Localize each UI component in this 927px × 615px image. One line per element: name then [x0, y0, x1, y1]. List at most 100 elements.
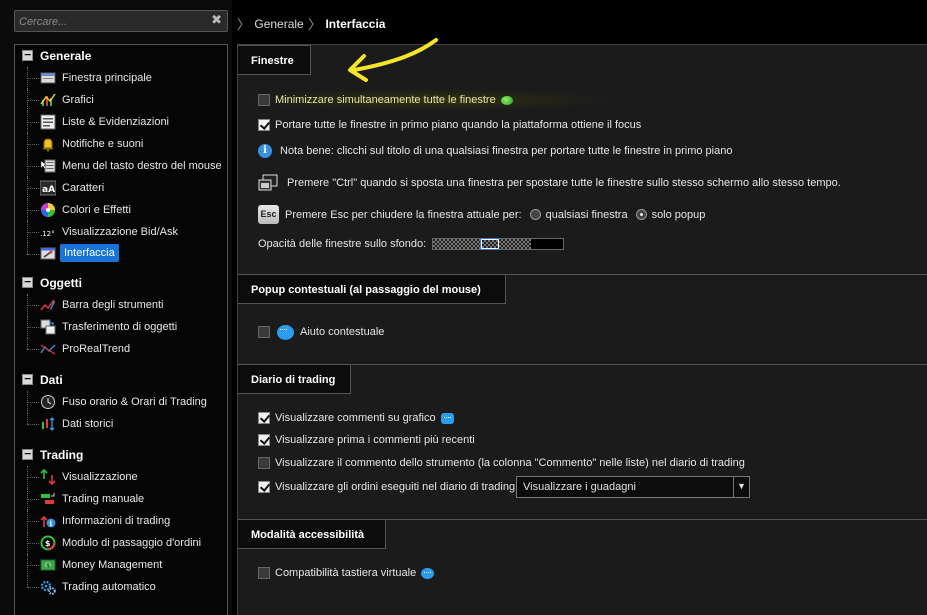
opacity-step[interactable] [547, 239, 564, 249]
section-title-accessibilita: Modalità accessibilità [238, 519, 386, 549]
show-comments-label: Visualizzare commenti su grafico [275, 412, 436, 424]
section-title: Trading [40, 448, 84, 462]
tree-item-visualizzazione[interactable]: Visualizzazione [15, 466, 227, 488]
opacity-step[interactable] [531, 239, 548, 249]
section-header-generale[interactable]: − Generale [15, 45, 227, 67]
tree-item-barra-strumenti[interactable]: Barra degli strumenti [15, 294, 227, 316]
collapse-icon[interactable]: − [22, 373, 33, 385]
minimize-all-label: Minimizzare simultaneamente tutte le fin… [275, 94, 496, 106]
minimize-all-checkbox[interactable] [258, 94, 270, 106]
tree-item-label: Notifiche e suoni [62, 138, 144, 150]
tree-item-trading-automatico[interactable]: Trading automatico [15, 576, 227, 598]
tree-item-liste[interactable]: Liste & Evidenziazioni [15, 111, 227, 133]
tree-item-dati-storici[interactable]: Dati storici [15, 413, 227, 435]
bell-icon [43, 138, 53, 152]
manual-trading-icon [41, 493, 55, 504]
bring-front-label: Portare tutte le finestre in primo piano… [275, 119, 642, 131]
recent-first-option[interactable]: Visualizzare prima i commenti più recent… [258, 431, 475, 449]
search-input[interactable] [19, 14, 199, 29]
tree-item-bid-ask[interactable]: .12° Visualizzazione Bid/Ask [15, 221, 227, 243]
speech-bubble-icon [421, 567, 435, 579]
tree-item-label: Barra degli strumenti [62, 299, 164, 311]
list-icon [40, 114, 56, 130]
section-header-dati[interactable]: − Dati [15, 369, 227, 391]
section-title: Dati [40, 373, 63, 387]
tree-item-label: Menu del tasto destro del mouse [62, 160, 222, 172]
bring-front-option[interactable]: Portare tutte le finestre in primo piano… [258, 116, 641, 134]
note-row: i Nota bene: clicchi sul titolo di una q… [258, 142, 732, 160]
tree-item-interfaccia[interactable]: Interfaccia [15, 243, 227, 265]
opacity-step[interactable] [499, 239, 516, 249]
chart-icon [40, 93, 56, 106]
clear-search-icon[interactable]: ✖ [211, 13, 222, 28]
tree-section-trading: − Trading Visualizzazione Trading manual… [15, 444, 227, 598]
opacity-step-selected[interactable] [480, 238, 501, 250]
section-header-oggetti[interactable]: − Oggetti [15, 272, 227, 294]
show-comments-option[interactable]: Visualizzare commenti su grafico [258, 409, 454, 427]
tree-item-label: Trading manuale [62, 493, 145, 505]
executed-orders-checkbox[interactable] [258, 481, 270, 493]
tree-item-label: Trasferimento di oggetti [62, 321, 178, 333]
tree-item-colori[interactable]: Colori e Effetti [15, 199, 227, 221]
opacity-step[interactable] [449, 239, 466, 249]
collapse-icon[interactable]: − [22, 276, 33, 288]
money-icon: $ [40, 559, 56, 571]
virtual-keyboard-option[interactable]: Compatibilità tastiera virtuale [258, 564, 435, 582]
svg-text:.12°: .12° [40, 230, 55, 238]
tree-item-trasferimento[interactable]: Trasferimento di oggetti [15, 316, 227, 338]
tree-item-informazioni-trading[interactable]: i Informazioni di trading [15, 510, 227, 532]
esc-popup-only-label[interactable]: solo popup [652, 209, 706, 221]
context-menu-icon [40, 159, 56, 173]
help-bubble-icon[interactable] [500, 95, 513, 105]
tree-item-trading-manuale[interactable]: Trading manuale [15, 488, 227, 510]
section-title-finestre: Finestre [238, 45, 311, 75]
esc-popup-only-radio[interactable] [635, 209, 647, 220]
instrument-comment-option[interactable]: Visualizzare il commento dello strumento… [258, 454, 745, 472]
contextual-help-option[interactable]: Aiuto contestuale [258, 323, 384, 341]
tree-item-money-management[interactable]: $ Money Management [15, 554, 227, 576]
tree-item-prorealtrend[interactable]: ProRealTrend [15, 338, 227, 360]
tree-item-notifiche[interactable]: Notifiche e suoni [15, 133, 227, 155]
executed-orders-option[interactable]: Visualizzare gli ordini eseguiti nel dia… [258, 478, 515, 496]
esc-any-window-radio[interactable] [529, 209, 541, 220]
tree-item-menu-tasto-destro[interactable]: Menu del tasto destro del mouse [15, 155, 227, 177]
gains-display-select[interactable]: Visualizzare i guadagni ▼ [516, 476, 750, 498]
trading-view-icon [40, 469, 56, 485]
tree-item-caratteri[interactable]: aA Caratteri [15, 177, 227, 199]
svg-text:aA: aA [42, 185, 55, 195]
contextual-help-checkbox[interactable] [258, 326, 270, 338]
opacity-step[interactable] [433, 239, 450, 249]
tree-item-label: Informazioni di trading [62, 515, 171, 527]
opacity-step[interactable] [515, 239, 532, 249]
svg-text:i: i [50, 519, 53, 528]
tree-item-fuso-orario[interactable]: Fuso orario & Orari di Trading [15, 391, 227, 413]
breadcrumb-root[interactable]: Generale [254, 17, 303, 31]
ctrl-move-text: Premere "Ctrl" quando si sposta una fine… [287, 177, 841, 189]
tree-item-modulo-ordini[interactable]: $ Modulo di passaggio d'ordini [15, 532, 227, 554]
comment-bubble-icon [440, 412, 454, 424]
show-comments-checkbox[interactable] [258, 412, 270, 424]
chevron-down-icon[interactable]: ▼ [733, 477, 749, 497]
instrument-comment-checkbox[interactable] [258, 457, 270, 469]
section-title-popup: Popup contestuali (al passaggio del mous… [238, 274, 506, 304]
gears-icon [40, 580, 56, 595]
collapse-icon[interactable]: − [22, 448, 33, 460]
note-text: Nota bene: clicchi sul titolo di una qua… [280, 145, 733, 157]
breadcrumb-separator-icon: 〉 [308, 17, 322, 32]
minimize-all-option[interactable]: Minimizzare simultaneamente tutte le fin… [258, 91, 513, 109]
tree-section-dati: − Dati Fuso orario & Orari di Trading Da… [15, 369, 227, 435]
tree-item-label: Colori e Effetti [62, 204, 131, 216]
opacity-slider[interactable] [432, 238, 565, 250]
tree-item-finestra-principale[interactable]: Finestra principale [15, 67, 227, 89]
bring-front-checkbox[interactable] [258, 119, 270, 131]
section-header-trading[interactable]: − Trading [15, 444, 227, 466]
recent-first-checkbox[interactable] [258, 434, 270, 446]
tree-item-label: Modulo di passaggio d'ordini [62, 537, 202, 549]
tree-item-grafici[interactable]: Grafici [15, 89, 227, 111]
breadcrumb: 〉 Generale 〉 Interfaccia [236, 14, 385, 33]
collapse-icon[interactable]: − [22, 49, 33, 61]
opacity-label: Opacità delle finestre sullo sfondo: [258, 238, 427, 250]
esc-any-window-label[interactable]: qualsiasi finestra [546, 209, 628, 221]
opacity-step[interactable] [465, 239, 482, 249]
virtual-keyboard-checkbox[interactable] [258, 567, 270, 579]
